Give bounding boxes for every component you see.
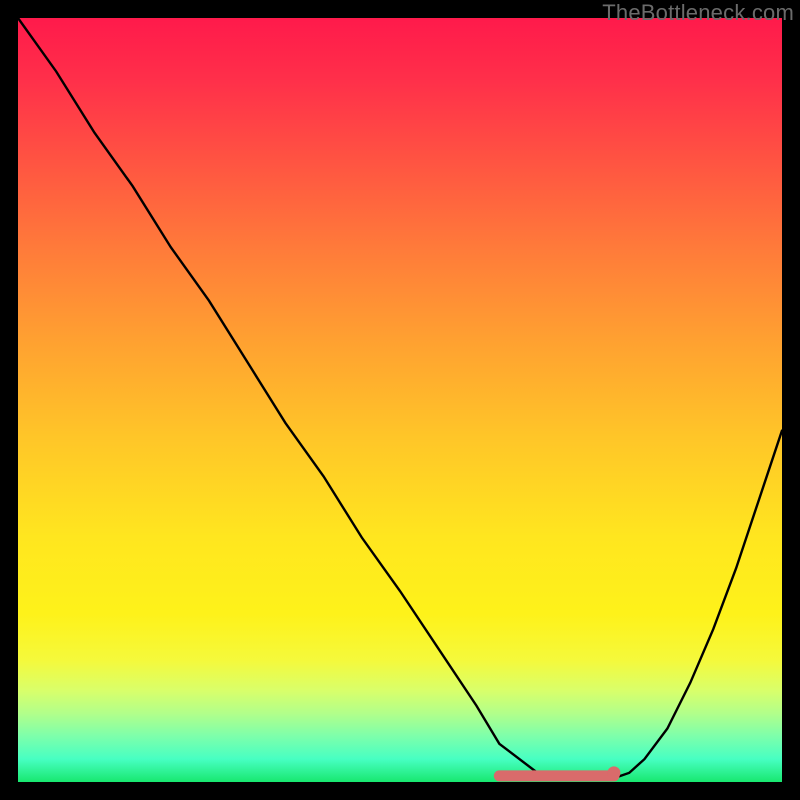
watermark-text: TheBottleneck.com: [602, 0, 794, 26]
chart-svg: [18, 18, 782, 782]
chart-frame: TheBottleneck.com: [0, 0, 800, 800]
end-dot-marker: [607, 766, 620, 779]
bottleneck-curve: [18, 18, 782, 779]
